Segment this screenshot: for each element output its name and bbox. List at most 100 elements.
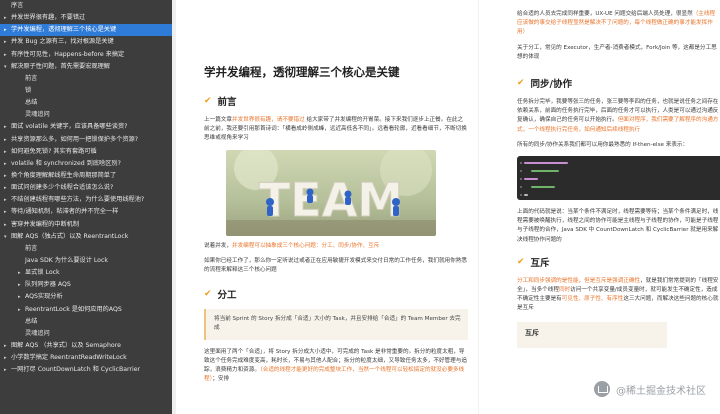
sidebar-item[interactable]: 锁 [0,85,172,97]
team-photo: TEAM [226,149,436,236]
sidebar-item[interactable]: ▸ 有序性可见性，Happens-before 来搞定 [0,49,172,61]
sidebar-item[interactable]: ▸ 并发 Bug 之源有三，找对根源是关键 [0,36,172,48]
sidebar-item-label: 前言 [25,74,38,82]
sidebar-item[interactable]: Java SDK 为什么要设计 Lock [0,255,172,267]
line-number [520,186,522,189]
sidebar-item[interactable]: ▾ 图解 AQS（独占式）以及 ReentrantLock [0,231,172,243]
sidebar-item-label: 面试 volatile 关键字，应该具备哪些谈资? [11,123,128,131]
section-heading-preface: ✔ 前言 [204,94,468,108]
caret-right-icon[interactable]: ▸ [4,134,11,146]
line-number [520,194,522,197]
sidebar-item[interactable]: ▸ 等待/通知机制，粘滞者的并不完全一样 [0,206,172,218]
caret-right-icon[interactable]: ▸ [4,121,11,133]
page-title: 学并发编程，透彻理解三个核心是关键 [204,65,400,79]
blockquote: 将当前 Sprint 的 Story 拆分成「合适」大小的 Task，并且安排给… [204,309,468,340]
sidebar-item-label: 总结 [25,317,38,325]
caret-right-icon[interactable]: ▸ [4,206,11,218]
team-illustration: TEAM [226,149,436,236]
caret-right-icon[interactable]: ▸ [4,158,11,170]
caret-right-icon[interactable]: ▸ [18,291,25,303]
caret-right-icon[interactable]: ▸ [4,340,11,352]
sidebar-item[interactable]: ▸ 面试 volatile 关键字，应该具备哪些谈资? [0,121,172,133]
highlight-text: 同时 [558,287,571,294]
caret-right-icon[interactable]: ▸ [18,267,25,279]
team-letters: TEAM [259,173,403,227]
text: 给合适的人员去完成同样重要，UX-UE 问题交给后端人员处理，很显然 [517,11,693,17]
sidebar-item[interactable]: 总结 [0,316,172,328]
caret-right-icon[interactable]: ▸ [4,36,11,48]
caret-right-icon[interactable]: ▸ [4,364,11,376]
caret-right-icon[interactable]: ▸ [4,170,11,182]
highlight-text: 可见性、原子性、有序性 [561,296,624,303]
paragraph: 说着并发，并发编程可以抽象成三个核心问题：分工、同步/协作、互斥 [204,242,468,251]
sidebar-item[interactable]: ▸ ReentrantLock 是如何应用的AQS [0,304,172,316]
sidebar-item[interactable]: ▸ 学并发编程，透彻理解三个核心是关键 [0,24,172,37]
caret-down-icon[interactable]: ▾ [4,231,11,243]
caret-right-icon[interactable]: ▸ [4,182,11,194]
highlight-text: 分工和同步强调的是性能，但是互斥是强调正确性 [517,277,641,284]
caret-right-icon[interactable]: ▸ [4,24,11,36]
sidebar-item[interactable]: ▾ 解决原子性问题，首先需要宏观理解 [0,61,172,73]
line-number [520,162,522,165]
sidebar-item[interactable]: 灵魂追问 [0,328,172,340]
sidebar-item[interactable]: ▸ 小学数学搞定 ReentrantReadWriteLock [0,352,172,364]
caret-right-icon[interactable]: ▸ [4,219,11,231]
paragraph: 关于分工，常见的 Executor，生产者-消费者模式，Fork/Join 等，… [517,44,717,60]
sidebar-item-label: 学并发编程，透彻理解三个核心是关键 [11,26,117,34]
caret-right-icon[interactable]: ▸ [4,352,11,364]
paragraph: 这里面用了两个「合适」，将 Story 拆分成大小适中，可完成的 Task 是非… [204,348,468,385]
paragraph: 任务拆分完毕，我要等张三的任务，张三要等李四的任务，也就是说任务之间存在依赖关系… [517,98,720,135]
juejin-logo-icon [594,381,610,397]
caret-right-icon[interactable]: ▸ [18,304,25,316]
sidebar-item[interactable]: ▸ 显式锁 Lock [0,267,172,279]
check-icon: ✔ [517,78,525,89]
sidebar-item-label: 前言 [25,244,38,252]
sidebar-item[interactable]: ▸ 换个角度理解解线程生命周期那简单了 [0,170,172,182]
article-link[interactable]: 并发世界很有趣，请不要错过 [232,117,305,123]
text: ；安排 [212,376,230,383]
sidebar-item-label: 队列同步器 AQS [25,281,71,289]
sidebar-item[interactable]: ▸ 图解 AQS （共享式）以及 Semaphore [0,340,172,352]
sidebar-item[interactable]: 序言 [0,0,172,12]
sidebar-item[interactable]: ▸ 一网打尽 CountDownLatch 和 CyclicBarrier [0,364,172,376]
sidebar-item-label: 并发 Bug 之源有三，找对根源是关键 [11,38,114,46]
sidebar-item[interactable]: ▸ 不结创建线程有哪些方法，为什么要使用线程池? [0,194,172,206]
text: 说着并发， [204,242,232,249]
sidebar-item[interactable]: ▸ 害穿并发编程的中断机制 [0,219,172,231]
sidebar-item[interactable]: 前言 [0,73,172,85]
sidebar-item-label: 并发世界很有趣，不要错过 [11,14,86,22]
sidebar-item[interactable]: ▸ 并发世界很有趣，不要错过 [0,12,172,24]
sidebar-item-label: ReentrantLock 是如何应用的AQS [25,305,122,313]
code-line [524,162,568,165]
sidebar-item[interactable]: 灵魂追问 [0,109,172,121]
caret-down-icon[interactable]: ▾ [4,61,11,73]
text: 上一篇文章 [204,117,232,123]
sidebar-item-label: 不结创建线程有哪些方法，为什么要使用线程池? [11,196,145,204]
sidebar-item-label: volatile 和 synchronized 到底啥区别? [11,159,121,167]
sidebar-item[interactable]: ▸ 如何避免死锁? 其实有套路可循 [0,146,172,158]
sidebar-item[interactable]: ▸ 队列同步器 AQS [0,279,172,291]
paragraph: 分工和同步强调的是性能，但是互斥是强调正确性，就是我们常常提到的「线程安全」，当… [517,277,720,314]
sidebar-item[interactable]: 总结 [0,97,172,109]
sidebar-item[interactable]: ▸ volatile 和 synchronized 到底啥区别? [0,158,172,170]
section-title: 同步/协作 [530,79,573,91]
sidebar-item-label: 序言 [11,2,24,9]
caret-right-icon[interactable]: ▸ [4,146,11,158]
paragraph: 给合适的人员去完成同样重要，UX-UE 问题交给后端人员处理，很显然（主线程应该… [517,10,720,38]
sidebar-item[interactable]: ▸ 面试问创建多少个线程合适该怎么说? [0,182,172,194]
paragraph: 所有的同步/协作关系我们都可以用你最熟悉的 If-then-else 来表示： [517,141,689,148]
caret-right-icon[interactable]: ▸ [4,12,11,24]
code-block [517,156,720,201]
paragraph: 上面的代码就是说：当某个条件不满足时，线程需要等待；当某个条件满足时，线程需要被… [517,209,719,243]
sidebar-item[interactable]: ▸ AQS实现分析 [0,291,172,303]
section-title: 互斥 [530,257,550,269]
paragraph: 如果你已经工作了，那么你一定听说过或者正在应用敏捷开发模式来交付日常的工作任务，… [204,257,467,274]
caret-right-icon[interactable]: ▸ [4,194,11,206]
sidebar-item-label: 面试问创建多少个线程合适该怎么说? [11,184,114,192]
sidebar-item[interactable]: ▸ 共享资源那么多，如何用一把锁保护多个资源? [0,134,172,146]
line-number [520,170,522,173]
caret-right-icon[interactable]: ▸ [18,279,25,291]
sidebar-item[interactable]: 前言 [0,243,172,255]
caret-right-icon[interactable]: ▸ [4,49,11,61]
sidebar-item-label: 如何避免死锁? 其实有套路可循 [11,147,97,155]
